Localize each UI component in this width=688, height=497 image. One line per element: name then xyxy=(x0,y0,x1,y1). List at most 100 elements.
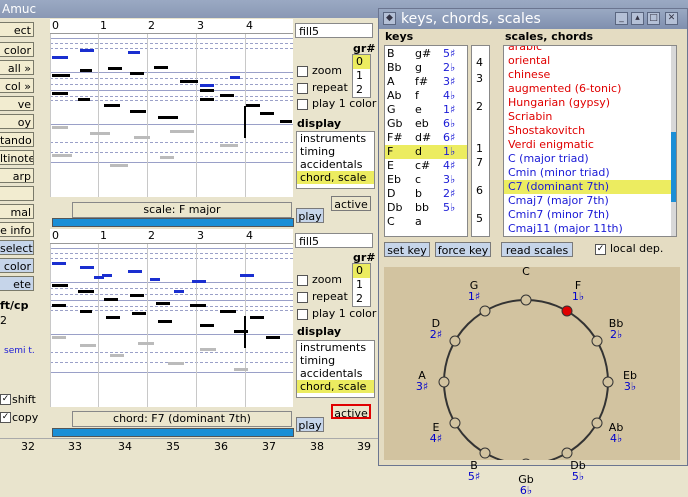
note[interactable] xyxy=(156,302,170,305)
toolbar-item-2[interactable]: all » xyxy=(0,60,34,75)
note[interactable] xyxy=(260,112,274,115)
shift-checkbox[interactable]: ✓ xyxy=(0,394,11,405)
note[interactable] xyxy=(52,284,68,287)
score-staff-1[interactable] xyxy=(50,34,293,197)
fill-field-2[interactable]: fill5 xyxy=(295,233,373,248)
note[interactable] xyxy=(158,320,172,323)
zoom-checkbox-2[interactable] xyxy=(297,275,308,286)
horizontal-scrollbar-1[interactable] xyxy=(52,218,294,227)
circle-note-dot[interactable] xyxy=(591,417,603,429)
circle-note-dot[interactable] xyxy=(561,305,573,317)
key-row[interactable]: Db 2♯ xyxy=(385,187,467,201)
scales-list[interactable]: arabic oriental chinese augmented (6-tonic)… xyxy=(503,45,677,237)
circle-note-dot[interactable] xyxy=(521,458,531,460)
circle-note-dot[interactable] xyxy=(602,376,614,388)
note[interactable] xyxy=(52,74,70,77)
shift-cp-value[interactable]: 2 xyxy=(0,314,7,327)
note[interactable] xyxy=(200,324,214,327)
note[interactable] xyxy=(200,98,214,101)
toolbar-item-3[interactable]: col » xyxy=(0,78,34,93)
play-button-2[interactable]: play xyxy=(296,417,324,432)
scale-item[interactable]: Cmin7 (minor 7th) xyxy=(504,208,671,222)
window-menu-icon[interactable]: ◆ xyxy=(383,12,396,25)
note[interactable] xyxy=(52,154,72,157)
circle-note-dot[interactable] xyxy=(438,376,450,388)
scale-item[interactable]: chinese xyxy=(504,68,671,82)
circle-note-dot[interactable] xyxy=(479,447,491,459)
key-row[interactable]: Ec# 4♯ xyxy=(385,159,467,173)
zoom-checkbox-1[interactable] xyxy=(297,66,308,77)
key-row[interactable]: Ca xyxy=(385,215,467,229)
scale-item[interactable]: Shostakovitch xyxy=(504,124,671,138)
note[interactable] xyxy=(90,132,110,135)
circle-note-dot[interactable] xyxy=(561,447,573,459)
display-item[interactable]: accidentals xyxy=(297,367,374,380)
note[interactable] xyxy=(106,316,120,319)
note[interactable] xyxy=(104,298,118,301)
note[interactable] xyxy=(52,92,68,95)
display-item[interactable]: timing xyxy=(297,354,374,367)
repeat-checkbox-1[interactable] xyxy=(297,83,308,94)
note[interactable] xyxy=(80,310,92,313)
key-row[interactable]: Af# 3♯ xyxy=(385,75,467,89)
toolbar-item-13[interactable]: color xyxy=(0,258,34,273)
toolbar-item-0[interactable]: ect xyxy=(0,22,34,37)
circle-note-dot[interactable] xyxy=(479,305,491,317)
key-row[interactable]: Bg# 5♯ xyxy=(385,47,467,61)
note[interactable] xyxy=(180,80,198,83)
note[interactable] xyxy=(52,304,66,307)
scale-item[interactable]: Hungarian (gypsy) xyxy=(504,96,671,110)
toolbar-item-9[interactable] xyxy=(0,186,34,201)
gr-item[interactable]: 2 xyxy=(353,83,370,97)
play1color-checkbox-2[interactable] xyxy=(297,309,308,320)
key-row[interactable]: Ab f 4♭ xyxy=(385,89,467,103)
toolbar-item-6[interactable]: tando xyxy=(0,132,34,147)
gr-item[interactable]: 2 xyxy=(353,292,370,306)
display-item[interactable]: timing xyxy=(297,145,374,158)
set-key-button[interactable]: set key xyxy=(384,242,430,257)
circle-note-dot[interactable] xyxy=(449,335,461,347)
note[interactable] xyxy=(220,94,234,97)
scale-item[interactable]: oriental xyxy=(504,54,671,68)
read-scales-button[interactable]: read scales xyxy=(501,242,573,257)
note[interactable] xyxy=(154,66,168,69)
display-item[interactable]: chord, scale xyxy=(297,380,374,393)
note[interactable] xyxy=(128,270,142,273)
note[interactable] xyxy=(108,67,122,70)
key-row[interactable]: Gb eb 6♭ xyxy=(385,117,467,131)
display-item[interactable]: accidentals xyxy=(297,158,374,171)
force-key-button[interactable]: force key xyxy=(435,242,491,257)
gr-item[interactable]: 1 xyxy=(353,69,370,83)
note[interactable] xyxy=(130,72,144,75)
keys-list[interactable]: Bg# 5♯ Bb g 2♭ Af# 3♯ Ab f 4♭ Ge 1♯ Gb eb 6♭ F# d# 6♯ Fd 1♭… xyxy=(384,45,468,237)
key-row[interactable]: Db bb 5♭ xyxy=(385,201,467,215)
note[interactable] xyxy=(80,266,94,269)
note[interactable] xyxy=(104,104,120,107)
note[interactable] xyxy=(190,304,206,307)
note[interactable] xyxy=(80,49,94,52)
scale-item[interactable]: Verdi enigmatic xyxy=(504,138,671,152)
note[interactable] xyxy=(200,84,214,87)
active-button-2[interactable]: active xyxy=(331,404,371,420)
note[interactable] xyxy=(168,362,184,365)
note[interactable] xyxy=(246,104,260,107)
note[interactable] xyxy=(94,276,104,279)
note[interactable] xyxy=(280,120,292,123)
repeat-checkbox-2[interactable] xyxy=(297,292,308,303)
note[interactable] xyxy=(250,316,264,319)
toolbar-item-10[interactable]: mal xyxy=(0,204,34,219)
scale-item[interactable]: C7 (dominant 7th) xyxy=(504,180,671,194)
key-row[interactable]: Eb c 3♭ xyxy=(385,173,467,187)
note[interactable] xyxy=(80,69,92,72)
toolbar-item-14[interactable]: ete xyxy=(0,276,34,291)
horizontal-scrollbar-2[interactable] xyxy=(52,428,294,437)
copy-checkbox[interactable]: ✓ xyxy=(0,412,11,423)
note[interactable] xyxy=(52,336,66,339)
note[interactable] xyxy=(80,344,96,347)
note[interactable] xyxy=(78,290,94,293)
circle-of-fifths-panel[interactable]: C F 1♭ Bb 2♭ Eb 3♭ Ab 4♭ Db 5♭ Gb 6♭ B 5♯ E 4♯ A 3♯ D 2♯ G 1♯ xyxy=(384,266,680,496)
toolbar-item-8[interactable]: arp xyxy=(0,168,34,183)
note[interactable] xyxy=(138,342,154,345)
note[interactable] xyxy=(130,110,146,113)
note[interactable] xyxy=(174,290,184,293)
